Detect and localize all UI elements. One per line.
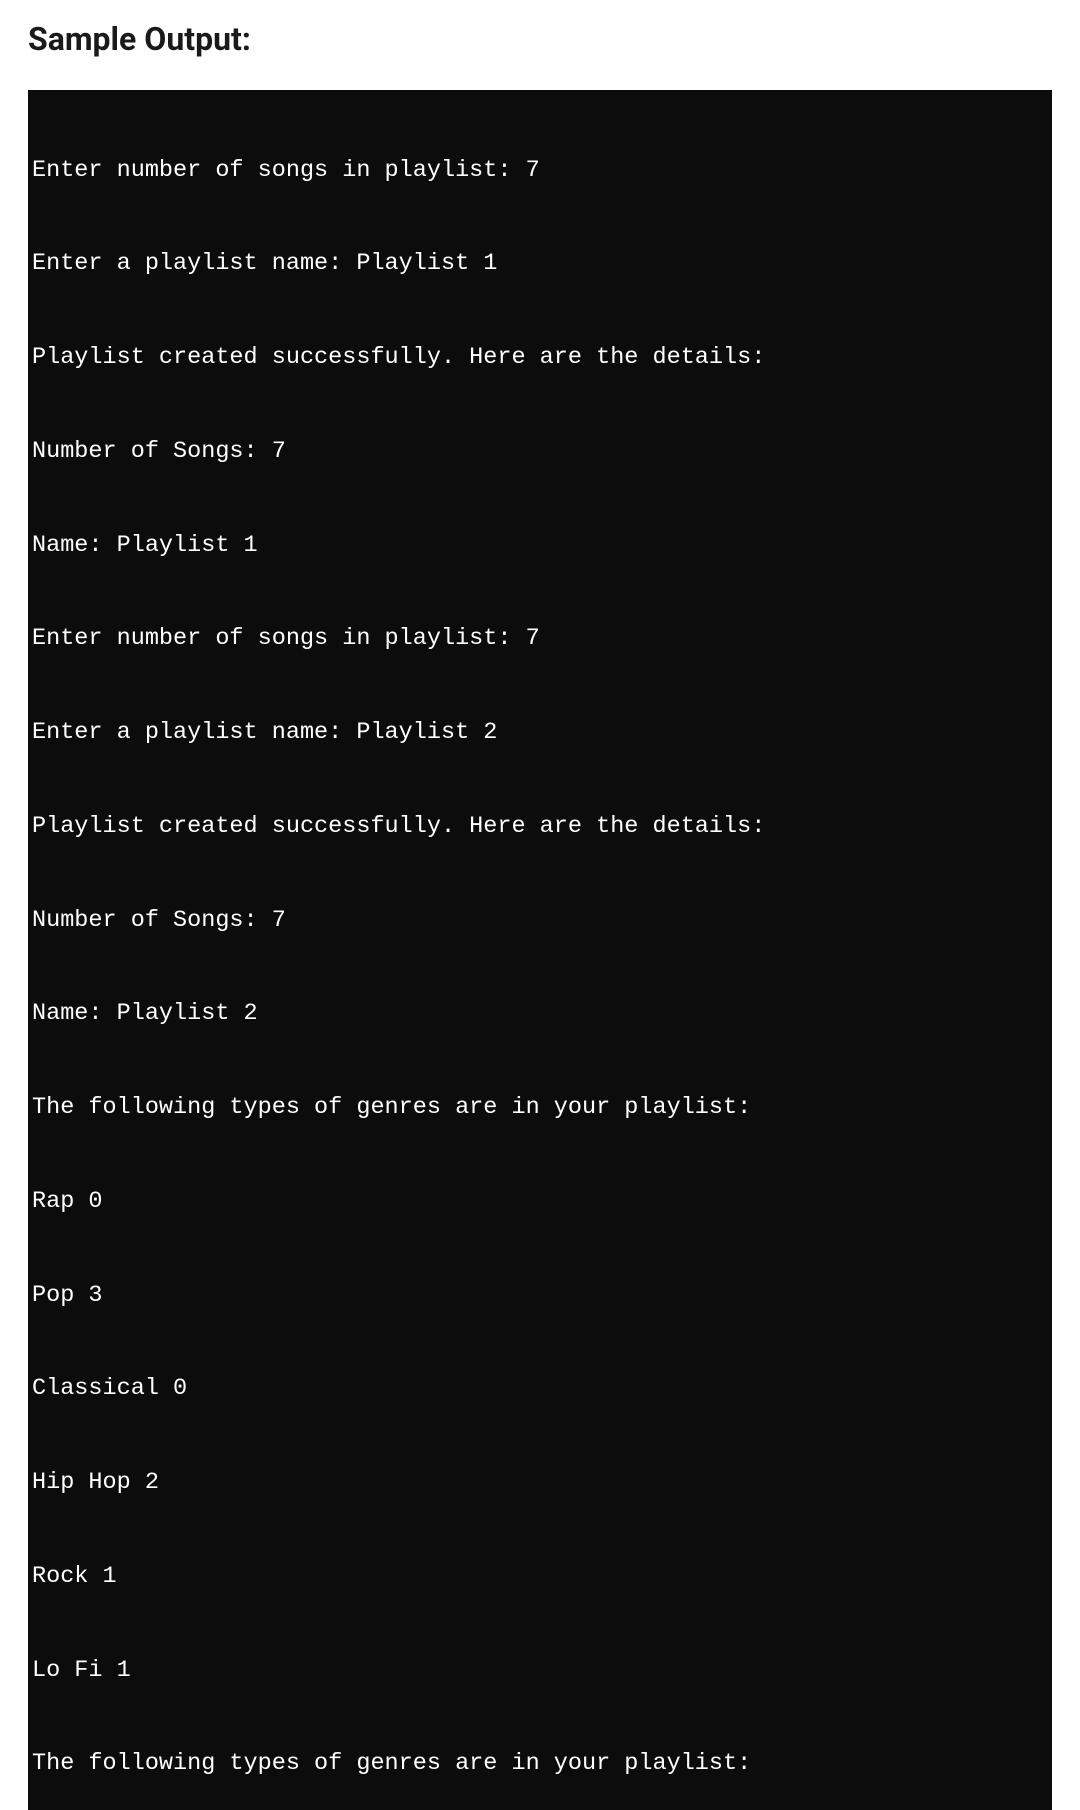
terminal-line: Enter number of songs in playlist: 7 — [32, 623, 1048, 654]
terminal-line: The following types of genres are in you… — [32, 1092, 1048, 1123]
terminal-line: Number of Songs: 7 — [32, 436, 1048, 467]
terminal-line: Playlist created successfully. Here are … — [32, 811, 1048, 842]
terminal-line: Number of Songs: 7 — [32, 905, 1048, 936]
terminal-line: Enter a playlist name: Playlist 1 — [32, 248, 1048, 279]
terminal-line: Hip Hop 2 — [32, 1467, 1048, 1498]
terminal-line: Name: Playlist 2 — [32, 998, 1048, 1029]
terminal-line: Rock 1 — [32, 1561, 1048, 1592]
terminal-line: Rap 0 — [32, 1186, 1048, 1217]
terminal-line: Enter a playlist name: Playlist 2 — [32, 717, 1048, 748]
terminal-line: Classical 0 — [32, 1373, 1048, 1404]
terminal-line: Lo Fi 1 — [32, 1655, 1048, 1686]
terminal-line: Playlist created successfully. Here are … — [32, 342, 1048, 373]
section-heading: Sample Output: — [28, 20, 1052, 58]
terminal-line: The following types of genres are in you… — [32, 1748, 1048, 1779]
terminal-line: Pop 3 — [32, 1280, 1048, 1311]
terminal-output: Enter number of songs in playlist: 7 Ent… — [28, 90, 1052, 1810]
terminal-line: Enter number of songs in playlist: 7 — [32, 155, 1048, 186]
terminal-line: Name: Playlist 1 — [32, 530, 1048, 561]
